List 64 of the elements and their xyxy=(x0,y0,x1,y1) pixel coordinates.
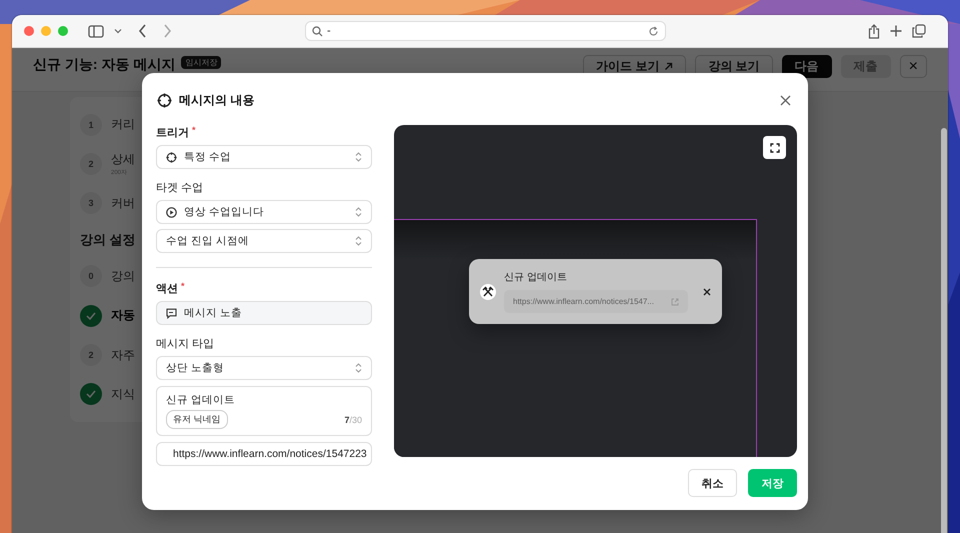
dialog-title: 메시지의 내용 xyxy=(179,92,254,108)
step-number: 2 xyxy=(80,344,102,366)
toast-title: 신규 업데이트 xyxy=(504,271,568,284)
header-button[interactable]: 다음 xyxy=(782,55,832,78)
nickname-tag[interactable]: 유저 닉네임 xyxy=(166,410,228,429)
timing-select[interactable]: 수업 진입 시점에 xyxy=(156,229,372,253)
close-window-button[interactable] xyxy=(24,26,34,36)
sidebar-icon[interactable] xyxy=(88,24,104,38)
chevron-up-down-icon xyxy=(355,207,362,217)
trigger-select[interactable]: 특정 수업 xyxy=(156,145,372,169)
close-icon[interactable] xyxy=(780,94,791,106)
step-number: 1 xyxy=(80,114,102,136)
field-label: 액션 xyxy=(156,282,178,295)
search-icon xyxy=(312,26,323,36)
scrollbar[interactable] xyxy=(941,128,947,533)
step-number: 3 xyxy=(80,192,102,214)
chevron-up-down-icon xyxy=(355,363,362,373)
message-text: 신규 업데이트 xyxy=(166,393,236,407)
play-icon xyxy=(166,206,177,218)
message-type-select[interactable]: 상단 노출형 xyxy=(156,356,372,380)
cancel-button[interactable]: 취소 xyxy=(688,469,737,497)
chevron-up-down-icon xyxy=(355,152,362,162)
section-heading: 강의 설정 xyxy=(80,230,136,249)
expand-icon xyxy=(770,142,780,152)
required-mark: * xyxy=(181,281,185,293)
step-label[interactable]: 커리 xyxy=(111,116,135,134)
page-title: 신규 기능: 자동 메시지 xyxy=(33,56,176,72)
fullscreen-button[interactable] xyxy=(763,136,786,159)
step-label[interactable]: 상세 xyxy=(111,150,135,168)
field-label: 메시지 타입 xyxy=(156,337,214,350)
reload-icon[interactable] xyxy=(648,26,659,36)
tabs-icon[interactable] xyxy=(912,24,926,38)
crosshair-icon xyxy=(157,92,172,108)
step-label[interactable]: 강의 xyxy=(111,268,135,285)
step-number: 0 xyxy=(80,265,102,288)
message-input[interactable]: 신규 업데이트 유저 닉네임 7/30 xyxy=(156,386,372,436)
required-mark: * xyxy=(192,125,196,137)
save-button[interactable]: 저장 xyxy=(748,469,797,497)
step-number: 2 xyxy=(80,152,102,175)
crosshair-icon xyxy=(166,152,177,162)
chevron-down-icon[interactable] xyxy=(114,28,122,34)
close-icon[interactable] xyxy=(703,288,711,296)
back-icon[interactable] xyxy=(138,24,147,38)
chevron-up-down-icon xyxy=(355,236,362,246)
tools-icon xyxy=(480,284,496,300)
arrow-up-right-icon xyxy=(664,62,674,71)
address-bar[interactable]: - xyxy=(305,21,666,41)
plus-icon[interactable] xyxy=(890,25,902,37)
lesson-select[interactable]: 영상 수업입니다 xyxy=(156,200,372,224)
field-label: 타겟 수업 xyxy=(156,181,204,194)
draft-badge: 임시저장 xyxy=(181,56,222,69)
message-icon xyxy=(166,308,177,318)
link-field[interactable]: https://www.inflearn.com/notices/1547223 xyxy=(156,442,372,466)
step-label[interactable]: 지식 xyxy=(111,386,135,403)
share-icon[interactable] xyxy=(868,24,880,38)
field-label: 트리거 xyxy=(156,126,189,139)
step-label[interactable]: 자주 xyxy=(111,346,135,364)
character-count: 7/30 xyxy=(344,414,362,424)
step-label[interactable]: 자동 xyxy=(111,307,135,324)
toast-link[interactable]: https://www.inflearn.com/notices/1547... xyxy=(504,290,688,313)
action-field[interactable]: 메시지 노출 xyxy=(156,301,372,325)
step-label[interactable]: 커버 xyxy=(111,194,135,212)
external-link-icon xyxy=(671,298,679,306)
close-button[interactable]: × xyxy=(900,55,927,78)
